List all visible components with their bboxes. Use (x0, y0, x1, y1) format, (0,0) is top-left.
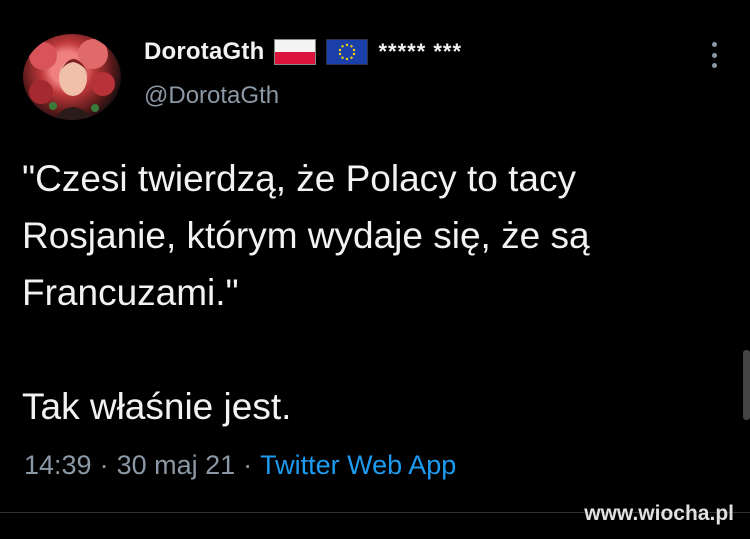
meta-separator: · (243, 450, 253, 480)
tweet-date[interactable]: 30 maj 21 (117, 450, 236, 481)
tweet-meta: 14:39 · 30 maj 21 · Twitter Web App (24, 450, 456, 481)
eu-flag-icon (326, 39, 369, 65)
tweet-time[interactable]: 14:39 (24, 450, 92, 481)
scrollbar[interactable] (743, 350, 750, 420)
display-name[interactable]: DorotaGth (144, 38, 264, 66)
avatar[interactable] (23, 34, 121, 120)
poland-flag-icon (274, 39, 317, 65)
tweet-source-link[interactable]: Twitter Web App (260, 450, 456, 481)
author-name-row: DorotaGth ***** *** (144, 36, 462, 68)
name-suffix: ***** *** (378, 39, 463, 64)
meta-separator: · (99, 450, 109, 480)
more-options-icon[interactable] (706, 40, 722, 70)
user-handle[interactable]: @DorotaGth (144, 82, 279, 110)
watermark: www.wiocha.pl (584, 502, 734, 525)
tweet-text: "Czesi twierdzą, że Polacy to tacy Rosja… (22, 158, 590, 427)
avatar-image (29, 39, 115, 120)
